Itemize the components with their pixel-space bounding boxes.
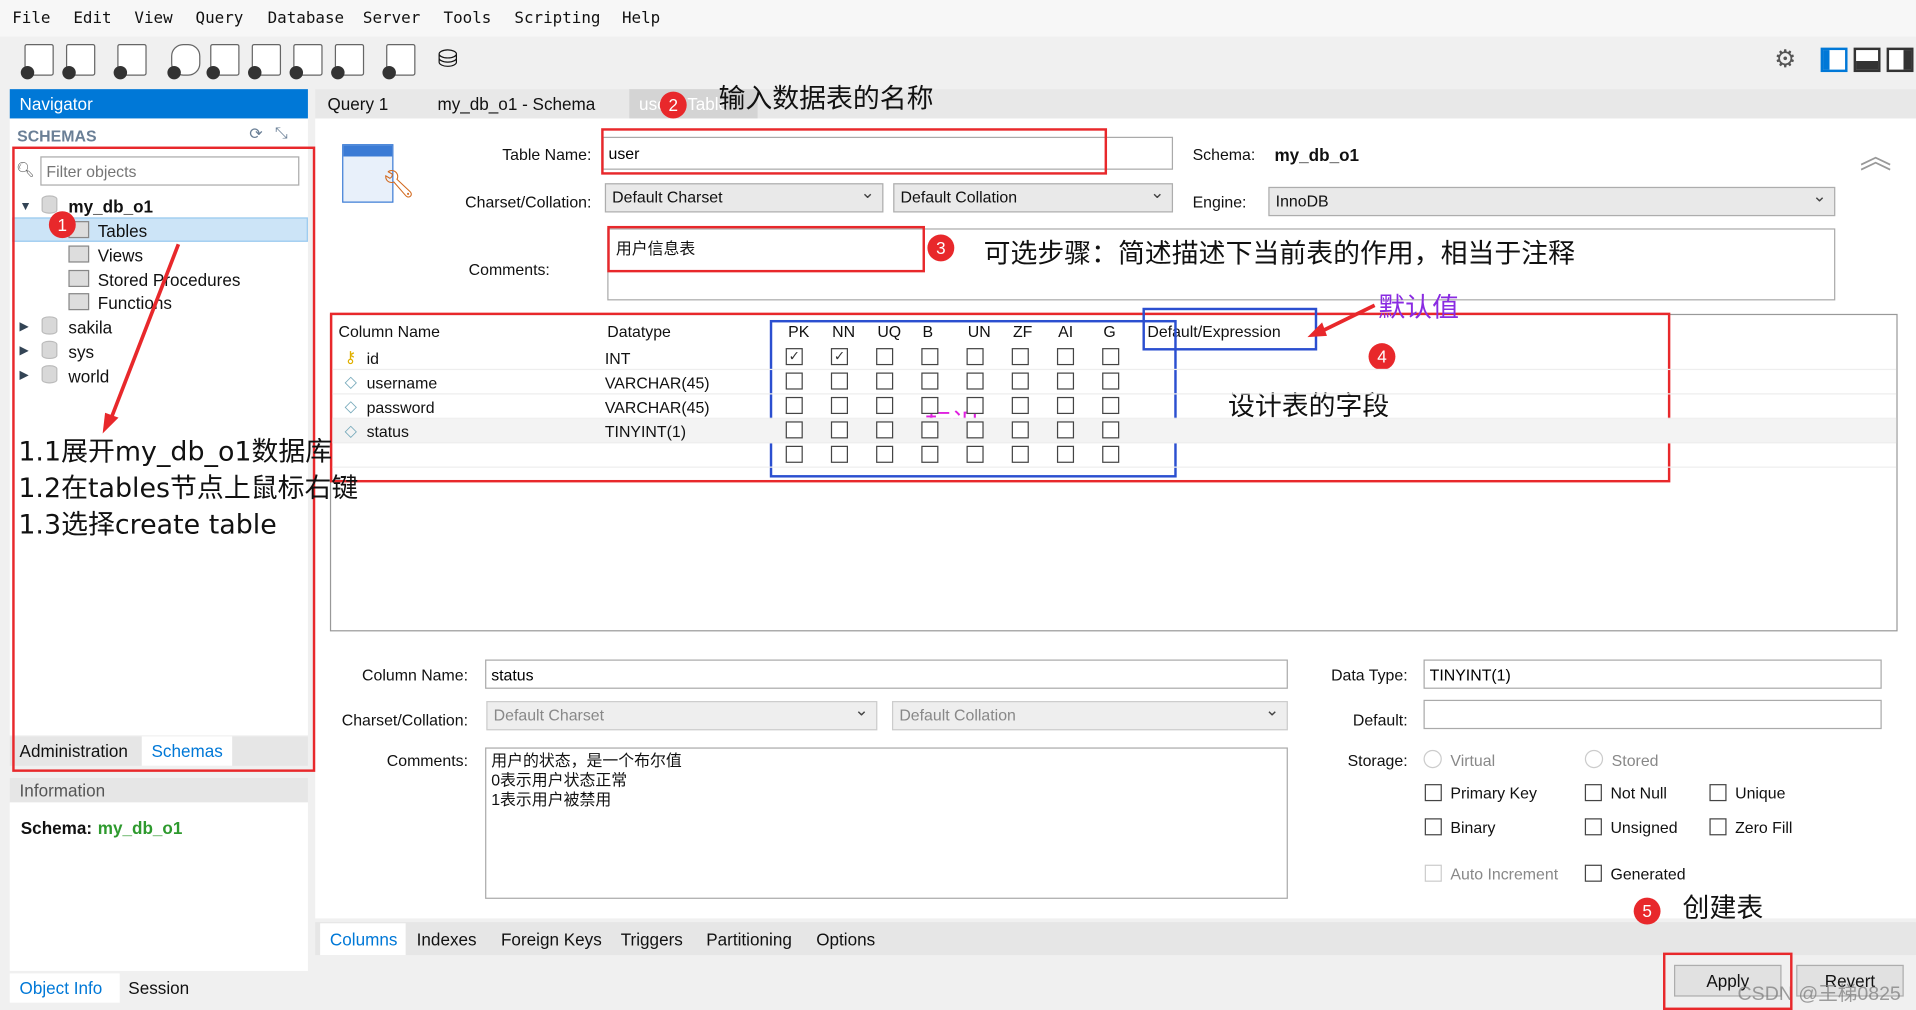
cell-column-name[interactable]: status [367, 423, 409, 441]
flag-checkbox-b[interactable] [921, 348, 939, 366]
flag-checkbox-zf[interactable] [1011, 445, 1029, 463]
annotation-create: 创建表 [1682, 893, 1764, 925]
flag-checkbox-un[interactable] [966, 396, 984, 415]
workbench-window: File Edit View Query Database Server Too… [0, 0, 1916, 1010]
flag-checkbox-uq[interactable] [876, 396, 894, 415]
cell-datatype[interactable]: INT [605, 349, 631, 367]
step-badge-3: 3 [927, 234, 955, 262]
flag-checkbox-nn[interactable]: ✓ [830, 348, 848, 366]
column-icon: ◇ [344, 372, 357, 391]
flag-checkbox-g[interactable] [1102, 396, 1120, 415]
flag-checkbox-pk[interactable]: ✓ [785, 348, 803, 366]
flag-checkbox-ai[interactable] [1056, 372, 1075, 390]
cell-column-name[interactable]: username [367, 374, 438, 392]
flag-checkbox-un[interactable] [966, 421, 984, 439]
step-badge-1: 1 [48, 211, 76, 239]
flag-checkbox-uq[interactable] [876, 445, 894, 463]
flag-checkbox-un[interactable] [966, 348, 984, 366]
flag-checkbox-pk[interactable] [785, 421, 803, 439]
arrow-head [1307, 322, 1327, 338]
arrow-default [1318, 303, 1376, 334]
flag-checkbox-un[interactable] [966, 445, 984, 463]
column-icon: ◇ [344, 421, 357, 440]
annotation-default: 默认值 [1378, 293, 1459, 324]
step-badge-2: 2 [659, 91, 687, 119]
flag-checkbox-ai[interactable] [1056, 421, 1075, 439]
flag-checkbox-uq[interactable] [876, 421, 894, 439]
cell-column-name[interactable]: password [367, 398, 435, 416]
flag-checkbox-un[interactable] [966, 372, 984, 390]
flag-checkbox-g[interactable] [1102, 348, 1120, 366]
flag-checkbox-b[interactable] [921, 445, 939, 463]
flag-checkbox-uq[interactable] [876, 372, 894, 390]
cell-datatype[interactable]: VARCHAR(45) [605, 398, 710, 416]
flag-checkbox-nn[interactable] [830, 445, 848, 463]
flag-checkbox-ai[interactable] [1056, 396, 1075, 415]
annotation-step-1-1: 1.1展开my_db_o1数据库 [18, 437, 333, 468]
annotation-comments: 可选步骤：简述描述下当前表的作用，相当于注释 [983, 239, 1576, 270]
flag-checkbox-nn[interactable] [830, 372, 848, 390]
flag-checkbox-b[interactable] [921, 421, 939, 439]
flag-checkbox-ai[interactable] [1056, 348, 1075, 366]
flag-checkbox-g[interactable] [1102, 445, 1120, 463]
flag-checkbox-nn[interactable] [830, 396, 848, 415]
flag-checkbox-uq[interactable] [876, 348, 894, 366]
annotation-step-1-3: 1.3选择create table [18, 510, 277, 542]
flag-checkbox-zf[interactable] [1011, 372, 1029, 390]
flag-checkbox-nn[interactable] [830, 421, 848, 439]
annotation-step-1-2: 1.2在tables节点上鼠标右键 [18, 473, 359, 505]
flag-checkbox-g[interactable] [1102, 372, 1120, 390]
flag-checkbox-pk[interactable] [785, 445, 803, 463]
flag-checkbox-pk[interactable] [785, 372, 803, 390]
flag-checkbox-zf[interactable] [1011, 421, 1029, 439]
flag-checkbox-pk[interactable] [785, 396, 803, 415]
flag-checkbox-zf[interactable] [1011, 348, 1029, 366]
annotation-table-name: 输入数据表的名称 [718, 84, 934, 115]
primary-key-icon: ⚷ [344, 348, 357, 367]
flag-checkbox-ai[interactable] [1056, 445, 1075, 463]
flag-checkbox-b[interactable] [921, 396, 939, 415]
flag-checkbox-b[interactable] [921, 372, 939, 390]
step-badge-5: 5 [1633, 897, 1661, 925]
cell-datatype[interactable]: VARCHAR(45) [605, 374, 710, 392]
arrow-tables [108, 243, 181, 423]
flag-checkbox-g[interactable] [1102, 421, 1120, 439]
cell-datatype[interactable]: TINYINT(1) [605, 423, 686, 441]
flag-checkbox-zf[interactable] [1011, 396, 1029, 415]
column-icon: ◇ [344, 396, 357, 416]
cell-column-name[interactable]: id [367, 349, 379, 367]
